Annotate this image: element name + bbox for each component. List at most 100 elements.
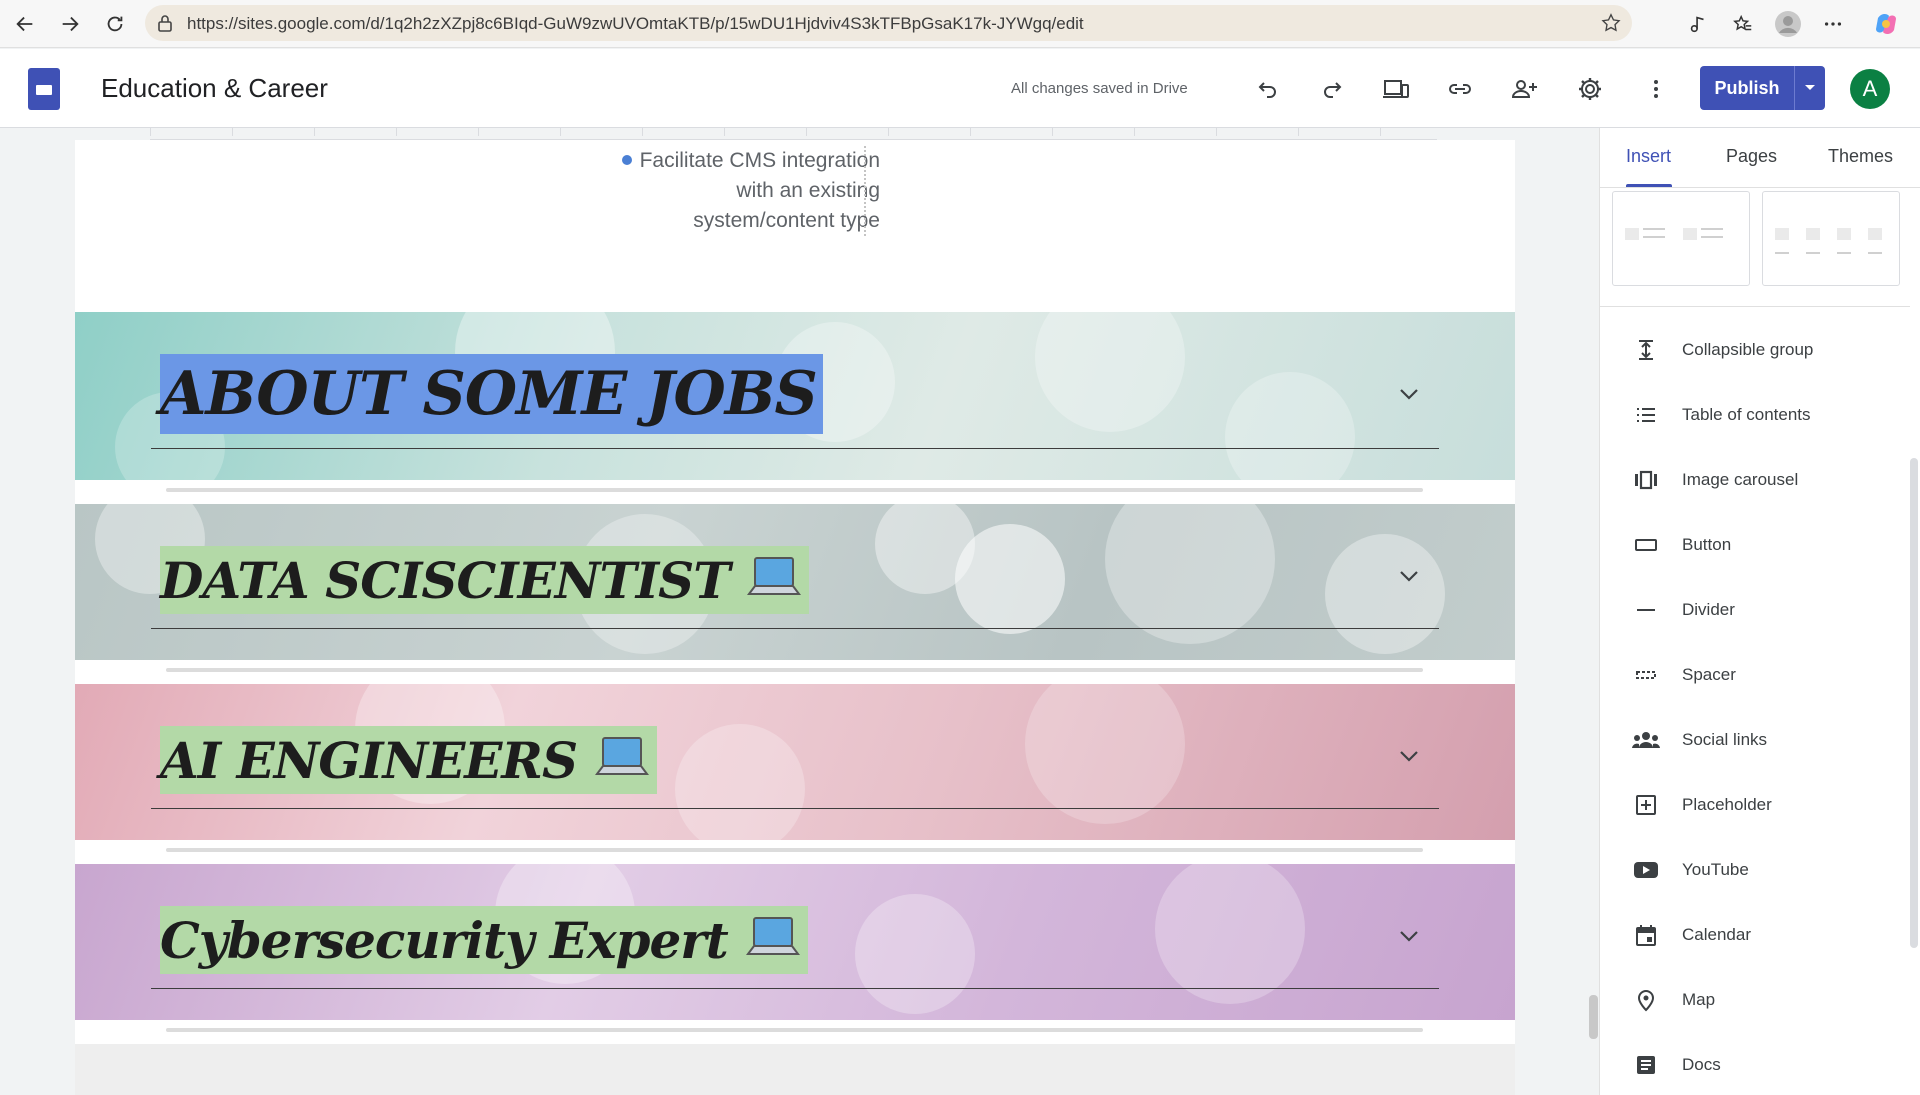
more-options-icon[interactable] <box>1815 6 1851 42</box>
preview-devices-icon[interactable] <box>1376 69 1416 109</box>
section-heading[interactable]: AI ENGINEERS <box>160 731 578 790</box>
section-heading[interactable]: Cybersecurity Expert <box>160 911 729 970</box>
column-guide <box>864 146 866 236</box>
insert-calendar[interactable]: Calendar <box>1600 915 1900 955</box>
tabs-divider <box>1600 187 1920 188</box>
section-gap <box>75 1020 1515 1044</box>
layout-option-two-column[interactable] <box>1612 191 1750 286</box>
collapsible-section-cybersecurity[interactable]: Cybersecurity Expert <box>75 864 1515 1020</box>
insert-collapsible-group[interactable]: Collapsible group <box>1600 330 1900 370</box>
next-section-preview[interactable] <box>75 1044 1515 1095</box>
sites-header: Education & Career All changes saved in … <box>0 49 1920 128</box>
section-gap <box>75 840 1515 864</box>
site-info-icon[interactable] <box>157 14 173 37</box>
collapsible-section-about-jobs[interactable]: ABOUT SOME JOBS <box>75 312 1515 480</box>
insert-map[interactable]: Map <box>1600 980 1900 1020</box>
panel-divider <box>1600 306 1910 307</box>
insert-placeholder[interactable]: Placeholder <box>1600 785 1900 825</box>
section-heading[interactable]: ABOUT SOME JOBS <box>160 359 818 429</box>
section-gap <box>75 480 1515 504</box>
insert-item-label: Docs <box>1682 1055 1721 1074</box>
insert-image-carousel[interactable]: Image carousel <box>1600 460 1900 500</box>
laptop-icon <box>747 554 803 607</box>
chevron-down-icon[interactable] <box>1395 742 1423 770</box>
insert-spacer[interactable]: Spacer <box>1600 655 1900 695</box>
insert-youtube[interactable]: YouTube <box>1600 850 1900 890</box>
calendar-icon <box>1630 919 1662 951</box>
spacer-icon <box>1630 659 1662 691</box>
copilot-icon[interactable] <box>1868 6 1904 42</box>
favorite-star-icon[interactable] <box>1600 12 1622 39</box>
insert-table-of-contents[interactable]: Table of contents <box>1600 395 1900 435</box>
insert-social-links[interactable]: Social links <box>1600 720 1900 760</box>
page-canvas[interactable]: Facilitate CMS integration with an exist… <box>75 140 1515 1095</box>
undo-icon[interactable] <box>1248 69 1288 109</box>
placeholder-icon <box>1630 789 1662 821</box>
divider-icon <box>1630 594 1662 626</box>
divider-rule <box>166 848 1423 852</box>
section-heading[interactable]: DATA SCISCIENTIST <box>160 551 730 610</box>
section-heading-highlight: ABOUT SOME JOBS <box>160 354 823 434</box>
address-bar[interactable]: https://sites.google.com/d/1q2h2zXZpj8c6… <box>145 5 1632 41</box>
section-gap <box>75 660 1515 684</box>
insert-item-label: Table of contents <box>1682 405 1811 424</box>
insert-docs[interactable]: Docs <box>1600 1045 1900 1085</box>
bullet-line: Facilitate CMS integration <box>639 149 880 172</box>
section-underline <box>151 628 1439 629</box>
insert-item-label: Button <box>1682 535 1732 554</box>
youtube-icon <box>1630 854 1662 886</box>
section-underline <box>151 448 1439 449</box>
insert-item-label: Placeholder <box>1682 795 1772 814</box>
collapsible-group-icon <box>1630 334 1662 366</box>
save-status: All changes saved in Drive <box>1011 80 1188 97</box>
canvas-scrollbar[interactable] <box>1589 995 1598 1039</box>
bullet-line: with an existing <box>736 179 880 202</box>
insert-button[interactable]: Button <box>1600 525 1900 565</box>
site-title[interactable]: Education & Career <box>101 73 328 104</box>
layout-option-four-images[interactable] <box>1762 191 1900 286</box>
settings-gear-icon[interactable] <box>1570 69 1610 109</box>
insert-item-label: Image carousel <box>1682 470 1799 489</box>
read-aloud-icon[interactable] <box>1680 6 1716 42</box>
tab-insert[interactable]: Insert <box>1626 146 1671 167</box>
bullet-text-block[interactable]: Facilitate CMS integration with an exist… <box>621 146 880 236</box>
laptop-icon <box>595 734 651 787</box>
bullet-line: system/content type <box>693 209 880 232</box>
bullet-dot-icon <box>621 155 632 165</box>
more-vert-icon[interactable] <box>1636 69 1676 109</box>
tab-themes[interactable]: Themes <box>1828 146 1893 167</box>
favorites-icon[interactable] <box>1725 6 1761 42</box>
image-carousel-icon <box>1630 464 1662 496</box>
divider-rule <box>166 1028 1423 1032</box>
publish-button[interactable]: Publish <box>1700 66 1825 110</box>
panel-scrollbar[interactable] <box>1910 458 1918 948</box>
collapsible-section-data-scientist[interactable]: DATA SCISCIENTIST <box>75 504 1515 660</box>
section-underline <box>151 988 1439 989</box>
insert-item-label: Social links <box>1682 730 1768 749</box>
section-heading-highlight: AI ENGINEERS <box>160 726 658 794</box>
account-avatar[interactable]: A <box>1850 69 1890 109</box>
divider-rule <box>166 488 1423 492</box>
docs-icon <box>1630 1049 1662 1081</box>
redo-icon[interactable] <box>1312 69 1352 109</box>
copy-link-icon[interactable] <box>1440 69 1480 109</box>
google-sites-logo-icon[interactable] <box>28 68 60 110</box>
tab-pages[interactable]: Pages <box>1726 146 1777 167</box>
back-icon[interactable] <box>7 6 43 42</box>
divider-rule <box>166 668 1423 672</box>
profile-icon[interactable] <box>1770 6 1806 42</box>
insert-divider[interactable]: Divider <box>1600 590 1900 630</box>
forward-icon[interactable] <box>52 6 88 42</box>
browser-toolbar: https://sites.google.com/d/1q2h2zXZpj8c6… <box>0 0 1920 48</box>
collapsible-section-ai-engineers[interactable]: AI ENGINEERS <box>75 684 1515 840</box>
insert-item-label: Map <box>1682 990 1716 1009</box>
publish-dropdown-icon[interactable] <box>1795 66 1825 110</box>
layout-ruler <box>150 128 1437 140</box>
share-add-person-icon[interactable] <box>1505 69 1545 109</box>
publish-label[interactable]: Publish <box>1700 66 1794 110</box>
chevron-down-icon[interactable] <box>1395 922 1423 950</box>
insert-panel: Insert Pages Themes Collapsible group Ta… <box>1599 128 1920 1095</box>
chevron-down-icon[interactable] <box>1395 562 1423 590</box>
reload-icon[interactable] <box>97 6 133 42</box>
chevron-down-icon[interactable] <box>1395 380 1423 408</box>
